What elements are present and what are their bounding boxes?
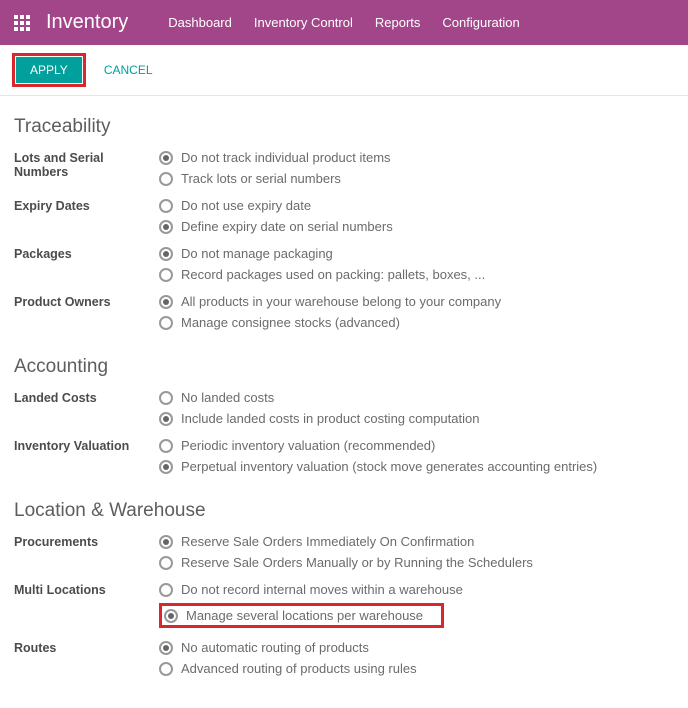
- multi-option-0: Do not record internal moves within a wa…: [181, 582, 463, 597]
- landed-radio-1[interactable]: [159, 412, 173, 426]
- setting-packages: Packages Do not manage packaging Record …: [14, 246, 674, 288]
- expiry-radio-1[interactable]: [159, 220, 173, 234]
- multi-radio-0[interactable]: [159, 583, 173, 597]
- multi-radio-1[interactable]: [164, 609, 178, 623]
- section-accounting-title: Accounting: [14, 356, 674, 378]
- lots-label: Lots and Serial Numbers: [14, 150, 159, 179]
- owners-radio-0[interactable]: [159, 295, 173, 309]
- nav-links: Dashboard Inventory Control Reports Conf…: [168, 15, 519, 30]
- routes-label: Routes: [14, 640, 159, 655]
- setting-lots: Lots and Serial Numbers Do not track ind…: [14, 150, 674, 192]
- lots-option-0: Do not track individual product items: [181, 150, 391, 165]
- section-location-title: Location & Warehouse: [14, 500, 674, 522]
- valuation-label: Inventory Valuation: [14, 438, 159, 453]
- lots-option-1: Track lots or serial numbers: [181, 171, 341, 186]
- owners-label: Product Owners: [14, 294, 159, 309]
- owners-option-1: Manage consignee stocks (advanced): [181, 315, 400, 330]
- proc-option-0: Reserve Sale Orders Immediately On Confi…: [181, 534, 474, 549]
- lots-radio-1[interactable]: [159, 172, 173, 186]
- navbar: Inventory Dashboard Inventory Control Re…: [0, 0, 688, 45]
- expiry-label: Expiry Dates: [14, 198, 159, 213]
- expiry-option-1: Define expiry date on serial numbers: [181, 219, 393, 234]
- routes-radio-0[interactable]: [159, 641, 173, 655]
- proc-label: Procurements: [14, 534, 159, 549]
- brand-title: Inventory: [46, 11, 128, 34]
- settings-form: Traceability Lots and Serial Numbers Do …: [0, 96, 688, 708]
- routes-radio-1[interactable]: [159, 662, 173, 676]
- multi-option-1: Manage several locations per warehouse: [186, 608, 423, 623]
- expiry-option-0: Do not use expiry date: [181, 198, 311, 213]
- setting-routes: Routes No automatic routing of products …: [14, 640, 674, 682]
- valuation-radio-1[interactable]: [159, 460, 173, 474]
- section-traceability-title: Traceability: [14, 116, 674, 138]
- multi-highlight: Manage several locations per warehouse: [159, 603, 444, 628]
- apply-highlight: APPLY: [12, 53, 86, 87]
- proc-radio-1[interactable]: [159, 556, 173, 570]
- proc-radio-0[interactable]: [159, 535, 173, 549]
- landed-radio-0[interactable]: [159, 391, 173, 405]
- routes-option-0: No automatic routing of products: [181, 640, 369, 655]
- landed-label: Landed Costs: [14, 390, 159, 405]
- proc-option-1: Reserve Sale Orders Manually or by Runni…: [181, 555, 533, 570]
- valuation-option-1: Perpetual inventory valuation (stock mov…: [181, 459, 597, 474]
- expiry-radio-0[interactable]: [159, 199, 173, 213]
- setting-procurements: Procurements Reserve Sale Orders Immedia…: [14, 534, 674, 576]
- nav-dashboard[interactable]: Dashboard: [168, 15, 232, 30]
- packages-label: Packages: [14, 246, 159, 261]
- nav-inventory-control[interactable]: Inventory Control: [254, 15, 353, 30]
- landed-option-1: Include landed costs in product costing …: [181, 411, 479, 426]
- cancel-button[interactable]: CANCEL: [94, 57, 163, 83]
- action-bar: APPLY CANCEL: [0, 45, 688, 96]
- packages-option-1: Record packages used on packing: pallets…: [181, 267, 485, 282]
- landed-option-0: No landed costs: [181, 390, 274, 405]
- owners-radio-1[interactable]: [159, 316, 173, 330]
- packages-radio-1[interactable]: [159, 268, 173, 282]
- setting-expiry: Expiry Dates Do not use expiry date Defi…: [14, 198, 674, 240]
- apps-icon[interactable]: [8, 9, 36, 37]
- valuation-radio-0[interactable]: [159, 439, 173, 453]
- lots-radio-0[interactable]: [159, 151, 173, 165]
- nav-configuration[interactable]: Configuration: [442, 15, 519, 30]
- nav-reports[interactable]: Reports: [375, 15, 421, 30]
- setting-multi-locations: Multi Locations Do not record internal m…: [14, 582, 674, 634]
- packages-radio-0[interactable]: [159, 247, 173, 261]
- valuation-option-0: Periodic inventory valuation (recommende…: [181, 438, 435, 453]
- owners-option-0: All products in your warehouse belong to…: [181, 294, 501, 309]
- setting-valuation: Inventory Valuation Periodic inventory v…: [14, 438, 674, 480]
- apply-button[interactable]: APPLY: [16, 57, 82, 83]
- packages-option-0: Do not manage packaging: [181, 246, 333, 261]
- setting-landed: Landed Costs No landed costs Include lan…: [14, 390, 674, 432]
- setting-owners: Product Owners All products in your ware…: [14, 294, 674, 336]
- multi-label: Multi Locations: [14, 582, 159, 597]
- routes-option-1: Advanced routing of products using rules: [181, 661, 417, 676]
